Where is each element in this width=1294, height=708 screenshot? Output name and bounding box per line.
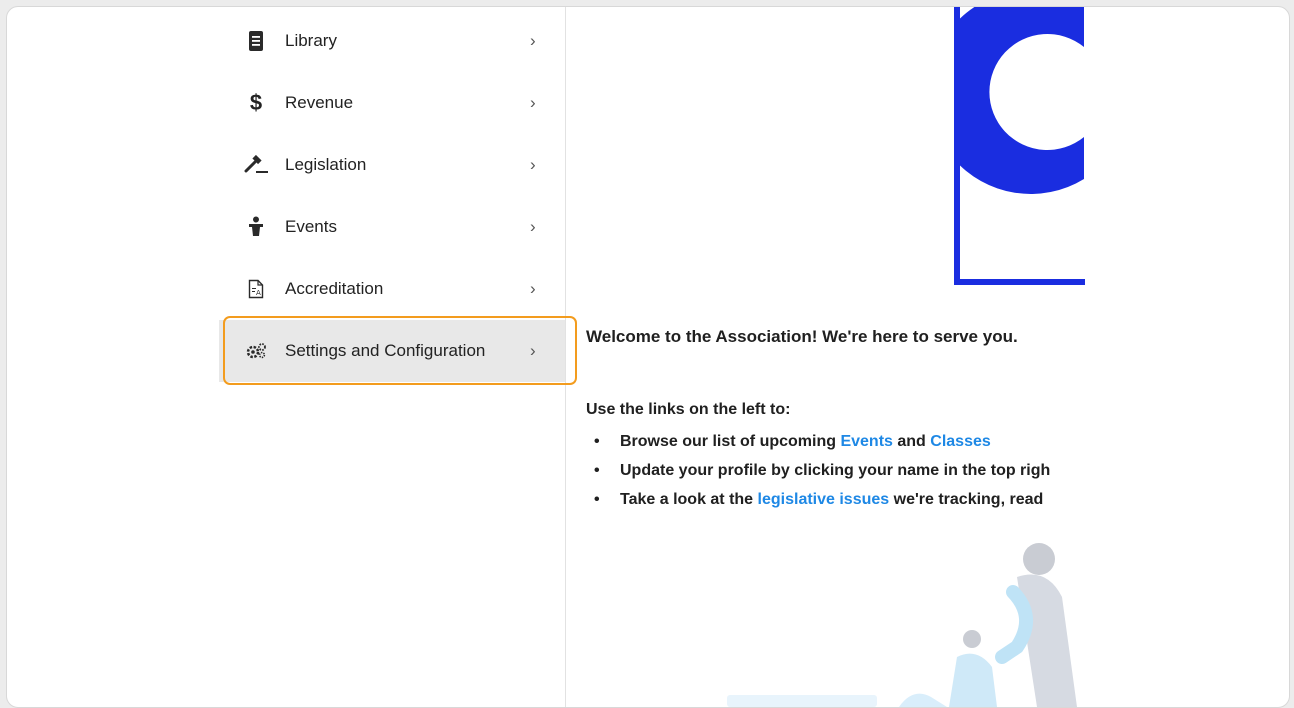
sidebar-item-label: Settings and Configuration [285,341,486,360]
chevron-right-icon: › [530,93,536,112]
dollar-icon: $ [249,90,263,115]
gavel-icon [243,153,269,177]
chevron-right-icon: › [530,31,536,50]
chevron-right-icon: › [530,341,536,360]
svg-text:A: A [256,289,261,297]
sidebar-item-label: Accreditation [285,279,384,298]
sidebar-item-revenue[interactable]: $ Revenue › [219,72,565,134]
person-podium-icon [243,215,269,239]
sidebar-item-settings[interactable]: Settings and Configuration › [219,320,565,382]
sidebar-nav: Library › $ Revenue › Legislation › Even… [219,7,565,707]
book-icon [243,29,269,53]
chevron-right-icon: › [530,217,536,236]
sidebar-item-legislation[interactable]: Legislation › [219,134,565,196]
main-content: Welcome to the Association! We're here t… [567,7,1085,707]
sidebar-item-label: Legislation [285,155,367,174]
classes-link[interactable]: Classes [930,433,991,450]
sidebar-item-library[interactable]: Library › [219,10,565,72]
legislative-issues-link[interactable]: legislative issues [758,491,890,508]
list-item: • Take a look at the legislative issues w… [594,491,1044,508]
gears-icon [243,339,269,363]
document-a-icon: A [243,277,269,301]
sidebar-item-label: Library [285,31,337,50]
chevron-right-icon: › [530,279,536,298]
list-item: • Browse our list of upcoming Events and … [594,433,991,450]
association-logo [954,7,1085,285]
sidebar-item-accreditation[interactable]: A Accreditation › [219,258,565,320]
events-link[interactable]: Events [840,433,892,450]
sidebar-item-events[interactable]: Events › [219,196,565,258]
link-list: • Browse our list of upcoming Events and … [586,433,1050,520]
people-illustration [727,543,1077,707]
app-window: Library › $ Revenue › Legislation › Even… [6,6,1290,708]
welcome-message: Welcome to the Association! We're here t… [586,327,1018,346]
chevron-right-icon: › [530,155,536,174]
sidebar-divider [565,7,566,707]
intro-text: Use the links on the left to: [586,401,791,418]
sidebar-item-label: Events [285,217,337,236]
list-item: • Update your profile by clicking your na… [594,462,1051,479]
sidebar-item-label: Revenue [285,93,354,112]
